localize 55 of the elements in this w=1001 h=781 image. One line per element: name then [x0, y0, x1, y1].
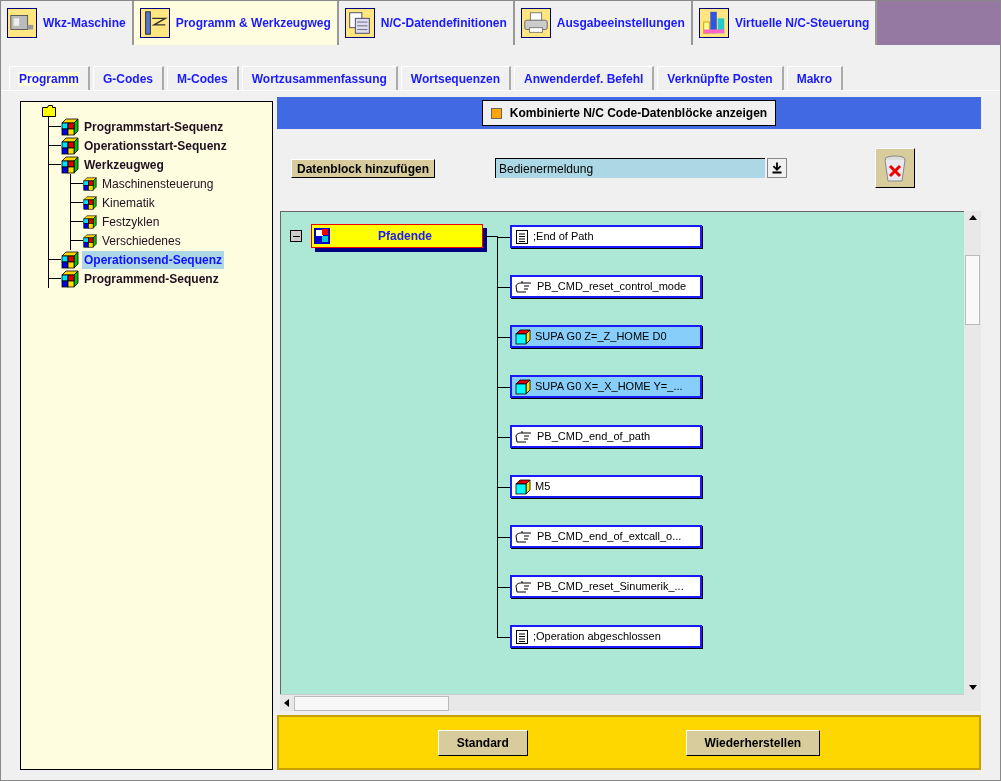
combined-blocks-toggle[interactable]: Kombinierte N/C Code-Datenblöcke anzeigen [481, 100, 777, 126]
horizontal-scrollbar[interactable] [280, 694, 964, 711]
code-block[interactable]: PB_CMD_end_of_extcall_o... [510, 525, 702, 548]
checkbox[interactable] [490, 107, 502, 119]
add-block-button[interactable]: Datenblock hinzufügen [291, 158, 435, 178]
pointing-hand-icon [515, 579, 533, 594]
code-block[interactable]: ;End of Path [510, 225, 702, 248]
trash-button[interactable] [875, 148, 915, 188]
code-block[interactable]: M5 [510, 475, 702, 498]
main-tab[interactable]: Programm & Werkzeugweg [133, 1, 339, 45]
printer-icon [520, 8, 551, 38]
code-block[interactable]: PB_CMD_reset_Sinumerik_... [510, 575, 702, 598]
block-type-select[interactable]: Bedienermeldung [495, 158, 765, 178]
tree-item[interactable]: Operationsstart-Sequenz [82, 136, 229, 155]
sub-tab[interactable]: Anwenderdef. Befehl [514, 66, 655, 90]
tree-item[interactable]: Programmstart-Sequenz [82, 117, 226, 136]
tree-item[interactable]: Verschiedenes [100, 231, 183, 250]
sub-tab[interactable]: Makro [786, 66, 844, 90]
cube-icon [515, 478, 531, 495]
pointing-hand-icon [515, 429, 533, 444]
vertical-scrollbar[interactable] [964, 211, 981, 711]
code-block[interactable]: PB_CMD_reset_control_mode [510, 275, 702, 298]
tree-item[interactable]: Maschinensteuerung [100, 174, 216, 193]
tree-item[interactable]: Kinematik [100, 193, 157, 212]
scrollbar-thumb[interactable] [294, 695, 449, 711]
code-block[interactable]: PB_CMD_end_of_path [510, 425, 702, 448]
sub-tab[interactable]: Wortzusammenfassung [241, 66, 398, 90]
pointing-hand-icon [515, 279, 533, 294]
pointing-hand-icon [515, 529, 533, 544]
machine-icon [7, 8, 37, 38]
bar-chart-icon [698, 8, 729, 38]
footer-button[interactable]: Standard [437, 729, 528, 756]
tree-item[interactable]: Programmend-Sequenz [82, 269, 221, 288]
scrollbar-thumb[interactable] [965, 255, 980, 325]
tree-item[interactable]: Werkzeugweg [82, 155, 166, 174]
code-block[interactable]: SUPA G0 X=_X_HOME Y=_... [510, 375, 702, 398]
spreadsheet-icon [344, 8, 375, 38]
toolpath-icon [139, 8, 170, 38]
document-icon [515, 229, 529, 244]
code-block[interactable]: ;Operation abgeschlossen [510, 625, 702, 648]
sub-tab[interactable]: Programm [9, 66, 91, 90]
collapse-toggle[interactable] [290, 230, 302, 242]
tree-item[interactable]: Operationsend-Sequenz [82, 250, 225, 269]
sub-tab[interactable]: Wortsequenzen [400, 66, 511, 90]
document-icon [515, 629, 529, 644]
sub-tab[interactable]: M-Codes [167, 66, 239, 90]
footer-button[interactable]: Wiederherstellen [685, 729, 821, 756]
sub-tab[interactable]: Verknüpfte Posten [657, 66, 784, 90]
puzzle-icon [314, 228, 330, 244]
trash-delete-icon [882, 153, 908, 183]
cube-icon [515, 378, 531, 395]
code-block[interactable]: SUPA G0 Z=_Z_HOME D0 [510, 325, 702, 348]
sub-tab[interactable]: G-Codes [93, 66, 165, 90]
tree-item[interactable]: Festzyklen [100, 212, 162, 231]
cube-icon [515, 328, 531, 345]
